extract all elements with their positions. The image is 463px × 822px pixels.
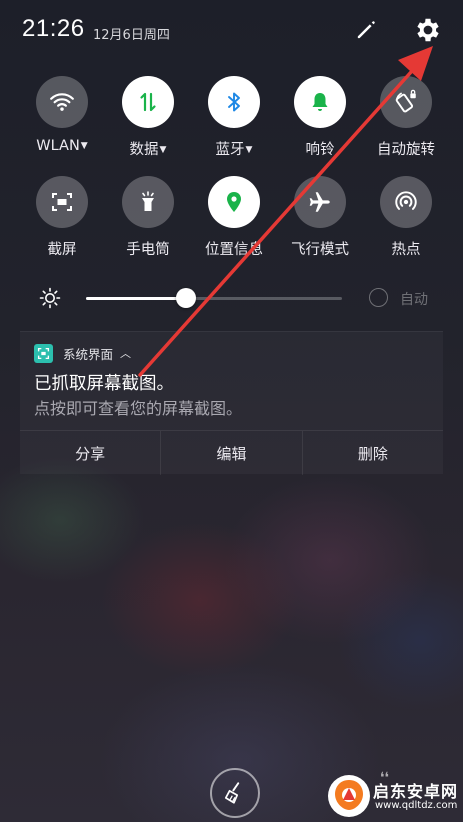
- tile-auto-rotate[interactable]: 自动旋转: [361, 76, 451, 159]
- tile-label-screenshot: 截屏: [47, 242, 77, 258]
- auto-brightness-toggle[interactable]: [369, 288, 388, 307]
- chevron-up-icon[interactable]: ︿: [120, 345, 132, 360]
- notification-title: 已抓取屏幕截图。: [34, 374, 174, 394]
- tile-ringer-button[interactable]: [294, 76, 346, 128]
- notification-actions: 分享 编辑 删除: [20, 430, 443, 475]
- broom-icon: [224, 782, 240, 804]
- bell-icon: [312, 93, 328, 111]
- bluetooth-icon: [228, 92, 240, 112]
- screenshot-icon: [52, 193, 72, 211]
- tile-label-flashlight: 手电筒: [126, 242, 170, 258]
- date: 12月6日周四: [93, 28, 170, 43]
- status-bar: 21:26 12月6日周四: [0, 0, 463, 62]
- tile-screenshot-button[interactable]: [36, 176, 88, 228]
- tile-hotspot-button[interactable]: [380, 176, 432, 228]
- brightness-slider[interactable]: [86, 297, 342, 300]
- auto-brightness-label: 自动: [400, 292, 428, 308]
- tile-label-location: 位置信息: [205, 242, 263, 258]
- tile-mobile-data-button[interactable]: [122, 76, 174, 128]
- tile-bluetooth-button[interactable]: [208, 76, 260, 128]
- tile-location[interactable]: 位置信息: [189, 176, 279, 259]
- tile-wlan-button[interactable]: [36, 76, 88, 128]
- location-icon: [227, 192, 241, 212]
- watermark-logo: [328, 775, 370, 817]
- clear-all-button[interactable]: [210, 768, 260, 818]
- tile-label-mobile-data: 数据▼: [129, 142, 167, 158]
- tile-mobile-data[interactable]: 数据▼: [103, 76, 193, 159]
- watermark: 启东安卓网 www.qdltdz.com: [325, 772, 461, 818]
- mobile-data-icon: [140, 92, 156, 112]
- watermark-url: www.qdltdz.com: [375, 800, 458, 811]
- tile-airplane-button[interactable]: [294, 176, 346, 228]
- tile-label-ringer: 响铃: [305, 142, 335, 158]
- tile-bluetooth[interactable]: 蓝牙▼: [189, 76, 279, 159]
- tile-wlan[interactable]: WLAN▼: [17, 76, 107, 154]
- flashlight-icon: [142, 191, 154, 211]
- tile-location-button[interactable]: [208, 176, 260, 228]
- gear-icon[interactable]: [413, 15, 443, 45]
- app-icon: [34, 344, 53, 363]
- pencil-icon[interactable]: [352, 16, 380, 44]
- hotspot-icon: [395, 191, 417, 210]
- tile-label-airplane: 飞行模式: [291, 242, 349, 258]
- rotation-lock-icon: [395, 89, 416, 113]
- tile-airplane[interactable]: 飞行模式: [275, 176, 365, 259]
- airplane-icon: [309, 192, 330, 212]
- screenshot-app-icon: [37, 347, 50, 360]
- app-name: 系统界面: [63, 347, 114, 362]
- notification-text: 点按即可查看您的屏幕截图。: [34, 399, 243, 418]
- delete-button[interactable]: 删除: [301, 431, 443, 475]
- brightness-icon: [39, 287, 61, 309]
- wifi-icon: [50, 93, 74, 111]
- watermark-title: 启东安卓网: [373, 782, 459, 801]
- brightness-slider-fill: [86, 297, 186, 300]
- edit-button[interactable]: 编辑: [160, 431, 301, 475]
- brightness-slider-thumb[interactable]: [176, 288, 196, 308]
- tile-flashlight[interactable]: 手电筒: [103, 176, 193, 259]
- tile-label-auto-rotate: 自动旋转: [377, 142, 435, 158]
- share-button[interactable]: 分享: [20, 431, 160, 475]
- brightness-row: 自动: [0, 278, 463, 318]
- screenshot-notification[interactable]: 系统界面 ︿ 已抓取屏幕截图。 点按即可查看您的屏幕截图。 分享 编辑 删除: [20, 331, 443, 475]
- tile-label-hotspot: 热点: [391, 242, 421, 258]
- tile-hotspot[interactable]: 热点: [361, 176, 451, 259]
- clock: 21:26: [22, 15, 85, 42]
- tile-auto-rotate-button[interactable]: [380, 76, 432, 128]
- tile-label-wlan: WLAN▼: [36, 138, 88, 154]
- tile-label-bluetooth: 蓝牙▼: [215, 142, 253, 158]
- tile-ringer[interactable]: 响铃: [275, 76, 365, 159]
- tile-flashlight-button[interactable]: [122, 176, 174, 228]
- tile-screenshot[interactable]: 截屏: [17, 176, 107, 259]
